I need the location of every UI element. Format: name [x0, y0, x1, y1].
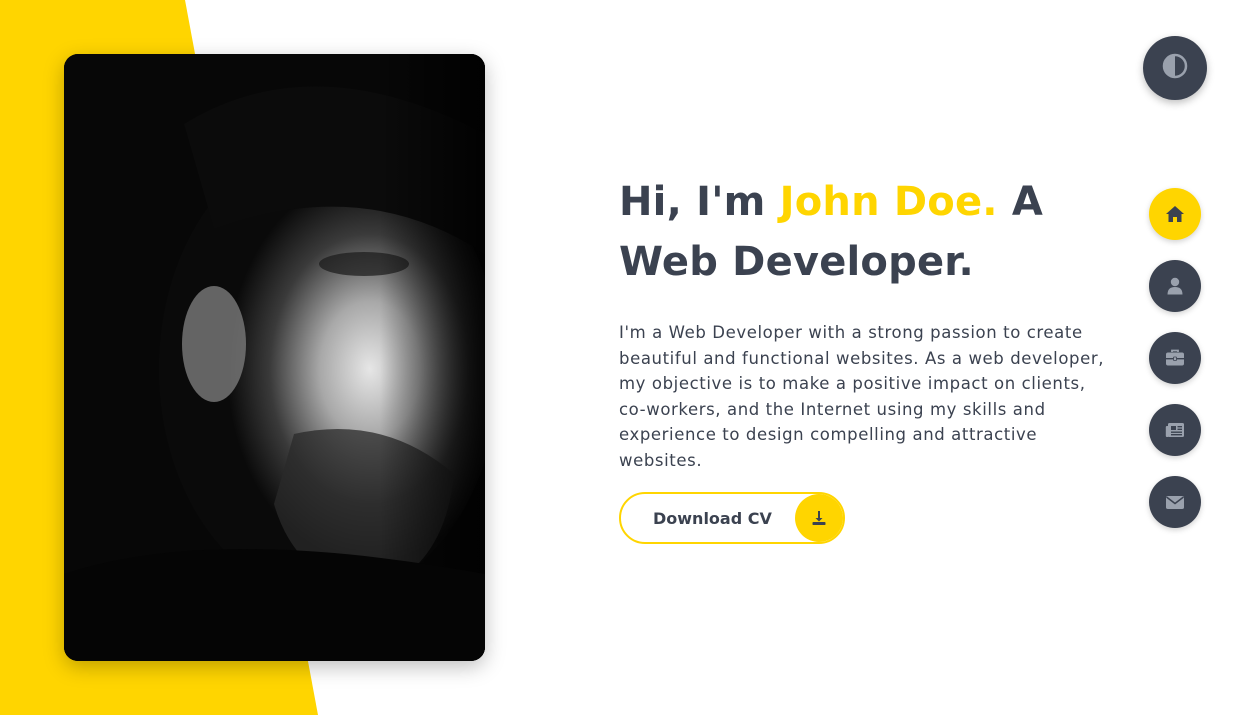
- nav-item-about[interactable]: [1149, 260, 1201, 312]
- hero-title-prefix: Hi, I'm: [619, 179, 780, 225]
- side-navigation: [1149, 188, 1201, 548]
- home-icon: [1165, 205, 1185, 223]
- hero-description: I'm a Web Developer with a strong passio…: [619, 323, 1105, 470]
- profile-photo: [64, 54, 485, 661]
- envelope-icon: [1165, 495, 1185, 510]
- hero-section: Hi, I'm John Doe. A Web Developer. I'm a…: [619, 172, 1119, 474]
- contrast-icon: [1162, 53, 1188, 83]
- newspaper-icon: [1165, 422, 1185, 438]
- nav-item-blog[interactable]: [1149, 404, 1201, 456]
- download-icon: [795, 494, 843, 542]
- theme-toggle-button[interactable]: [1143, 36, 1207, 100]
- nav-item-home[interactable]: [1149, 188, 1201, 240]
- user-icon: [1167, 277, 1183, 295]
- briefcase-icon: [1165, 349, 1185, 367]
- download-cv-label: Download CV: [653, 508, 772, 528]
- nav-item-portfolio[interactable]: [1149, 332, 1201, 384]
- download-cv-button[interactable]: Download CV: [619, 492, 845, 544]
- portrait-illustration: [64, 54, 485, 661]
- hero-title-name: John Doe.: [779, 179, 998, 225]
- nav-item-contact[interactable]: [1149, 476, 1201, 528]
- hero-title: Hi, I'm John Doe. A Web Developer.: [619, 172, 1119, 292]
